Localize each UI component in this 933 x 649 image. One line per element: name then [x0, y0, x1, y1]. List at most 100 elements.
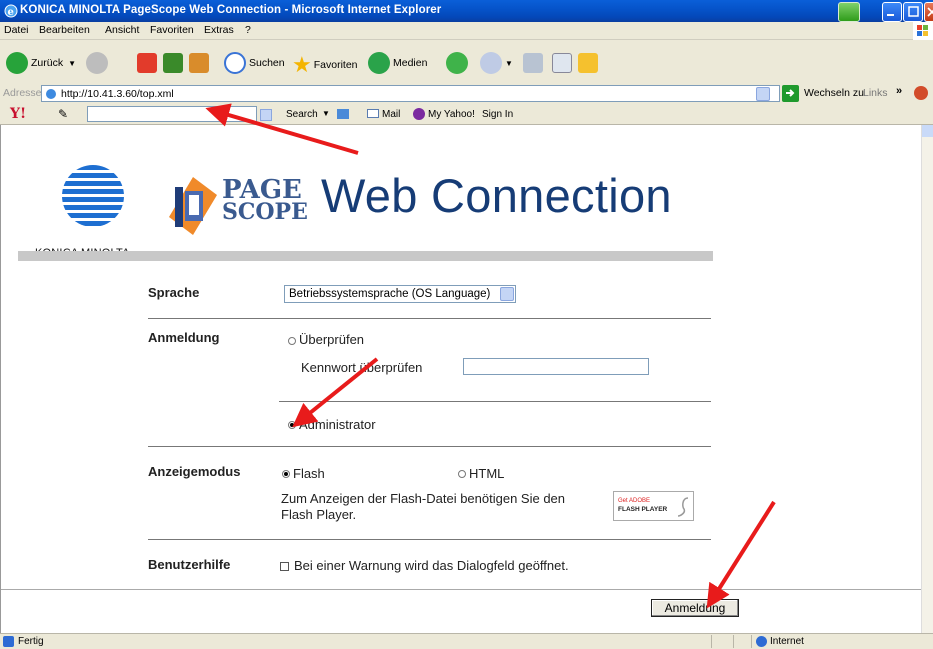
refresh-icon [163, 53, 183, 73]
favorites-star-icon: ★ [292, 52, 312, 77]
stop-icon [137, 53, 157, 73]
menu-bar: Datei Bearbeiten Ansicht Favoriten Extra… [0, 22, 933, 40]
language-select[interactable]: Betriebssystemsprache (OS Language) [284, 285, 516, 303]
address-input[interactable]: http://10.41.3.60/top.xml [41, 85, 780, 102]
login-label: Anmeldung [148, 330, 220, 345]
display-html-radio[interactable] [458, 470, 466, 478]
flash-icon [677, 497, 689, 517]
search-icon [224, 52, 246, 74]
back-arrow-icon [6, 52, 28, 74]
favorites-label: Favoriten [313, 59, 358, 71]
pencil-icon[interactable]: ✎ [58, 107, 68, 121]
back-button[interactable]: Zurück ▼ [6, 52, 76, 74]
home-icon [189, 53, 209, 73]
toolbar-extra-icon[interactable] [914, 86, 928, 100]
forward-arrow-icon [86, 52, 108, 74]
badge-player-text: FLASH PLAYER [618, 506, 668, 513]
login-admin-label: Administrator [299, 417, 376, 432]
get-flash-player-badge[interactable]: Get ADOBE FLASH PLAYER [613, 491, 694, 521]
media-button[interactable]: Medien [368, 52, 427, 74]
title-bar: e KONICA MINOLTA PageScope Web Connectio… [0, 0, 933, 22]
svg-text:e: e [8, 7, 14, 18]
search-button[interactable]: Suchen [224, 52, 285, 74]
minimize-button[interactable] [882, 2, 902, 22]
badge-get-text: Get ADOBE [618, 498, 651, 504]
konica-minolta-globe-icon [62, 165, 124, 227]
menu-bearbeiten[interactable]: Bearbeiten [39, 24, 90, 36]
menu-extras[interactable]: Extras [204, 24, 234, 36]
display-html-label: HTML [469, 466, 505, 481]
links-button[interactable]: Links [863, 87, 888, 99]
warning-dialog-text: Bei einer Warnung wird das Dialogfeld ge… [294, 558, 569, 573]
chevron-down-icon[interactable] [500, 287, 514, 301]
mail-envelope-icon [367, 109, 379, 118]
signin-button[interactable]: Sign In [482, 109, 513, 120]
login-check-radio[interactable] [288, 337, 296, 345]
chevron-down-icon[interactable]: ▼ [322, 109, 330, 118]
printer-tray-icon[interactable] [838, 2, 860, 22]
favorites-button[interactable]: ★ Favoriten [292, 52, 358, 78]
warning-dialog-checkbox[interactable] [280, 562, 289, 571]
divider [279, 401, 711, 402]
page-viewport: KONICA MINOLTA PAGE SCOPE Web Connection… [0, 125, 922, 633]
menu-help[interactable]: ? [245, 24, 251, 36]
myyahoo-button[interactable]: My Yahoo! [428, 109, 475, 120]
pagescope-mark-icon [169, 177, 217, 235]
status-text: Fertig [18, 636, 44, 647]
edit-button[interactable] [552, 53, 572, 73]
address-dropdown-button[interactable] [756, 87, 770, 101]
language-label: Sprache [148, 285, 200, 300]
close-button[interactable] [924, 2, 933, 22]
status-separator [711, 635, 712, 648]
go-button[interactable]: Wechseln zu [804, 87, 864, 99]
messenger-button[interactable] [578, 53, 598, 73]
login-button[interactable]: Anmeldung [651, 599, 739, 617]
bookmarks-icon[interactable] [337, 109, 349, 119]
history-icon [446, 52, 468, 74]
konica-minolta-logo: KONICA MINOLTA [35, 165, 150, 259]
yahoo-dropdown-button[interactable] [260, 109, 272, 121]
media-label: Medien [393, 57, 428, 69]
menu-ansicht[interactable]: Ansicht [105, 24, 139, 36]
password-input[interactable] [463, 358, 649, 375]
yahoo-logo[interactable]: Y! [10, 106, 26, 122]
mail-button[interactable]: ▼ [480, 52, 513, 74]
forward-button[interactable] [86, 52, 108, 74]
maximize-button[interactable] [903, 2, 923, 22]
menu-favoriten[interactable]: Favoriten [150, 24, 194, 36]
print-icon [523, 53, 543, 73]
search-label: Suchen [249, 57, 285, 69]
vertical-scrollbar[interactable] [921, 125, 933, 633]
header-divider [18, 251, 713, 261]
display-flash-radio[interactable] [282, 470, 290, 478]
pagescope-word-page: PAGE [222, 175, 302, 205]
myyahoo-icon [413, 108, 425, 120]
divider [148, 318, 711, 319]
back-label: Zurück [31, 57, 64, 69]
go-arrow-icon[interactable] [782, 85, 799, 102]
user-help-label: Benutzerhilfe [148, 557, 231, 572]
address-url: http://10.41.3.60/top.xml [61, 88, 174, 100]
yahoo-mail-button[interactable]: Mail [382, 109, 400, 120]
pagescope-word-scope: SCOPE [222, 199, 308, 225]
home-button[interactable] [189, 53, 209, 73]
yahoo-search-button[interactable]: Search [286, 109, 318, 120]
ie-icon: e [3, 3, 19, 19]
standard-toolbar: Zurück ▼ Suchen ★ Favoriten Medien ▼ [0, 40, 933, 86]
refresh-button[interactable] [163, 53, 183, 73]
menu-datei[interactable]: Datei [4, 24, 29, 36]
login-admin-radio[interactable] [288, 421, 296, 429]
divider [148, 539, 711, 540]
stop-button[interactable] [137, 53, 157, 73]
address-bar: Adresse http://10.41.3.60/top.xml Wechse… [0, 84, 933, 103]
status-bar: Fertig Internet [0, 633, 933, 649]
divider [148, 446, 711, 447]
print-button[interactable] [523, 53, 543, 73]
history-button[interactable] [446, 52, 468, 74]
window-title: KONICA MINOLTA PageScope Web Connection … [20, 4, 442, 16]
chevron-right-icon[interactable]: » [896, 85, 902, 97]
flash-note-line2: Flash Player. [281, 507, 357, 522]
address-label: Adresse [3, 87, 42, 99]
yahoo-search-input[interactable] [87, 106, 257, 122]
login-check-label: Überprüfen [299, 332, 365, 347]
